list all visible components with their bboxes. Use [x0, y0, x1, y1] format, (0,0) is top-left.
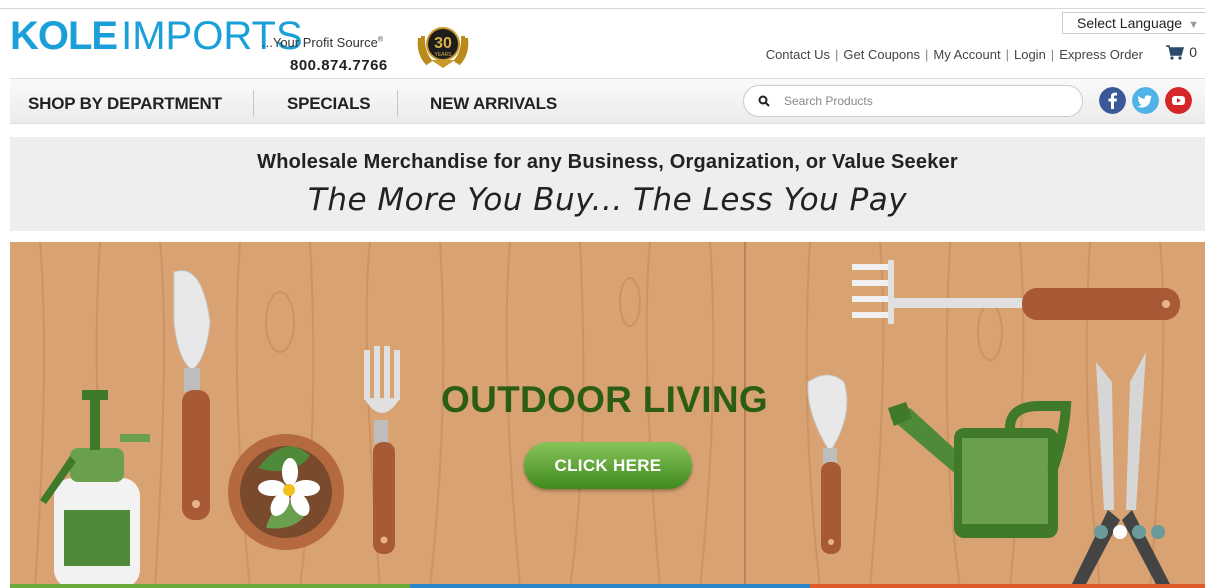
search-icon — [758, 95, 770, 107]
slider-dot[interactable] — [1094, 525, 1108, 539]
link-login[interactable]: Login — [1014, 47, 1046, 62]
cart-count: 0 — [1189, 44, 1197, 60]
nav-specials[interactable]: SPECIALS — [287, 94, 371, 114]
link-get-coupons[interactable]: Get Coupons — [843, 47, 920, 62]
utility-links: Contact Us | Get Coupons | My Account | Login |… — [765, 47, 1143, 62]
link-my-account[interactable]: My Account — [933, 47, 1000, 62]
category-bar-blue — [410, 584, 810, 588]
promo-headline: Wholesale Merchandise for any Business, … — [257, 151, 958, 173]
link-express-order[interactable]: Express Order — [1059, 47, 1143, 62]
cart-button[interactable]: 0 — [1165, 44, 1197, 60]
youtube-icon[interactable] — [1165, 87, 1192, 114]
nav-new-arrivals[interactable]: NEW ARRIVALS — [430, 94, 557, 114]
phone-number[interactable]: 800.874.7766 — [290, 57, 388, 74]
cart-icon — [1166, 45, 1185, 60]
hero-title: OUTDOOR LIVING — [441, 379, 768, 420]
nav-divider — [253, 90, 254, 117]
category-bar-green — [10, 584, 410, 588]
click-here-button[interactable]: CLICK HERE — [524, 442, 692, 489]
twitter-icon[interactable] — [1132, 87, 1159, 114]
slider-dot-active[interactable] — [1113, 525, 1127, 539]
30-years-badge-icon: 30 YEARS — [417, 27, 469, 68]
hero-slider[interactable]: OUTDOOR LIVING CLICK HERE — [10, 242, 1205, 588]
search-placeholder: Search Products — [784, 94, 873, 108]
dropdown-arrow-icon: ▼ — [1188, 19, 1199, 31]
category-bar-orange — [810, 584, 1205, 588]
promo-banner: Wholesale Merchandise for any Business, … — [10, 137, 1205, 231]
language-select[interactable]: Select Language ▼ — [1062, 12, 1205, 34]
site-logo[interactable]: KOLE IMPORTS — [10, 14, 303, 58]
logo-kole: KOLE — [10, 14, 118, 58]
slider-dots — [1094, 525, 1165, 539]
svg-text:YEARS: YEARS — [435, 52, 453, 58]
slider-dot[interactable] — [1151, 525, 1165, 539]
nav-shop-by-department[interactable]: SHOP BY DEPARTMENT — [28, 94, 222, 114]
search-input[interactable]: Search Products — [743, 85, 1083, 117]
facebook-icon[interactable] — [1099, 87, 1126, 114]
svg-text:30: 30 — [434, 35, 452, 52]
top-divider — [0, 8, 1205, 9]
slider-dot[interactable] — [1132, 525, 1146, 539]
main-nav: SHOP BY DEPARTMENT SPECIALS NEW ARRIVALS… — [10, 78, 1205, 124]
nav-divider — [397, 90, 398, 117]
promo-slogan: The More You Buy... The Less You Pay — [307, 182, 908, 218]
tagline: ...Your Profit Source® — [262, 35, 384, 50]
link-contact-us[interactable]: Contact Us — [766, 47, 830, 62]
